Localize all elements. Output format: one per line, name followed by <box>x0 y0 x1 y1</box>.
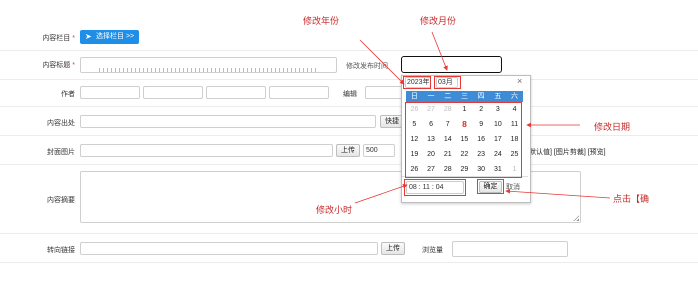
hour-arrow <box>354 184 408 204</box>
annotation-arrows <box>354 31 611 204</box>
month-arrow <box>431 31 448 71</box>
confirm-arrow <box>505 188 611 199</box>
year-arrow <box>359 39 405 85</box>
